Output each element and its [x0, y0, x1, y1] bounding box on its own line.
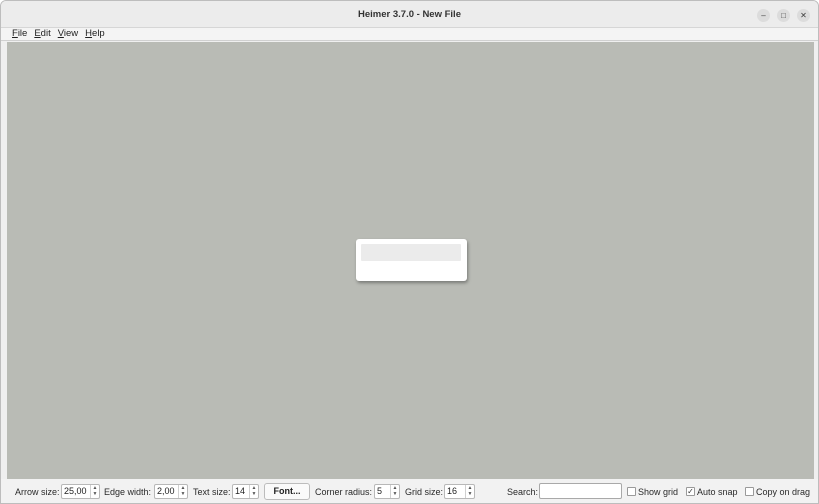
menu-file[interactable]: File	[12, 28, 27, 40]
text-size-stepper[interactable]: ▲ ▼	[249, 485, 258, 498]
menu-view[interactable]: View	[58, 28, 78, 40]
minimize-icon: –	[761, 11, 766, 20]
step-down-icon[interactable]: ▼	[466, 491, 474, 497]
auto-snap-label[interactable]: Auto snap	[697, 479, 738, 503]
maximize-icon: □	[781, 11, 786, 20]
font-button[interactable]: Font...	[264, 483, 310, 500]
step-down-icon[interactable]: ▼	[250, 491, 258, 497]
close-icon: ✕	[800, 11, 807, 20]
text-size-spinbox[interactable]: 14 ▲ ▼	[232, 484, 259, 499]
edge-width-spinbox[interactable]: 2,00 ▲ ▼	[154, 484, 188, 499]
edge-width-label: Edge width:	[104, 487, 152, 497]
step-down-icon[interactable]: ▼	[391, 491, 399, 497]
auto-snap-checkbox[interactable]: ✓	[686, 487, 695, 496]
grid-size-value: 16	[447, 486, 458, 496]
arrow-size-label: Arrow size:	[15, 487, 60, 497]
menu-edit[interactable]: Edit	[34, 28, 50, 40]
grid-size-stepper[interactable]: ▲ ▼	[465, 485, 474, 498]
text-size-value: 14	[235, 486, 246, 496]
edge-width-value: 2,00	[157, 486, 175, 496]
arrow-size-spinbox[interactable]: 25,00 ▲ ▼	[61, 484, 100, 499]
window-title: Heimer 3.7.0 - New File	[358, 9, 461, 20]
search-input[interactable]	[539, 483, 622, 499]
copy-on-drag-label[interactable]: Copy on drag	[756, 479, 810, 503]
menu-help[interactable]: Help	[85, 28, 105, 40]
corner-radius-label: Corner radius:	[315, 487, 373, 497]
corner-radius-stepper[interactable]: ▲ ▼	[390, 485, 399, 498]
node-text-field[interactable]	[361, 244, 461, 261]
corner-radius-spinbox[interactable]: 5 ▲ ▼	[374, 484, 400, 499]
arrow-size-value: 25,00	[64, 486, 87, 496]
title-bar: Heimer 3.7.0 - New File – □ ✕	[1, 1, 818, 28]
search-label: Search:	[507, 487, 539, 497]
mind-map-node[interactable]	[356, 239, 467, 281]
arrow-size-stepper[interactable]: ▲ ▼	[90, 485, 99, 498]
app-window: Heimer 3.7.0 - New File – □ ✕ File Edit …	[0, 0, 819, 504]
text-size-label: Text size:	[193, 487, 231, 497]
mind-map-canvas[interactable]	[7, 42, 814, 479]
grid-size-spinbox[interactable]: 16 ▲ ▼	[444, 484, 475, 499]
copy-on-drag-checkbox[interactable]	[745, 487, 754, 496]
show-grid-label[interactable]: Show grid	[638, 479, 678, 503]
menu-bar: File Edit View Help	[1, 28, 818, 41]
corner-radius-value: 5	[377, 486, 383, 496]
step-down-icon[interactable]: ▼	[91, 491, 99, 497]
minimize-button[interactable]: –	[757, 9, 770, 22]
edge-width-stepper[interactable]: ▲ ▼	[178, 485, 187, 498]
grid-size-label: Grid size:	[405, 487, 444, 497]
show-grid-checkbox[interactable]	[627, 487, 636, 496]
bottom-toolbar: Arrow size: 25,00 ▲ ▼ Edge width: 2,00 ▲ ▼…	[1, 479, 818, 503]
step-down-icon[interactable]: ▼	[179, 491, 187, 497]
maximize-button[interactable]: □	[777, 9, 790, 22]
close-button[interactable]: ✕	[797, 9, 810, 22]
